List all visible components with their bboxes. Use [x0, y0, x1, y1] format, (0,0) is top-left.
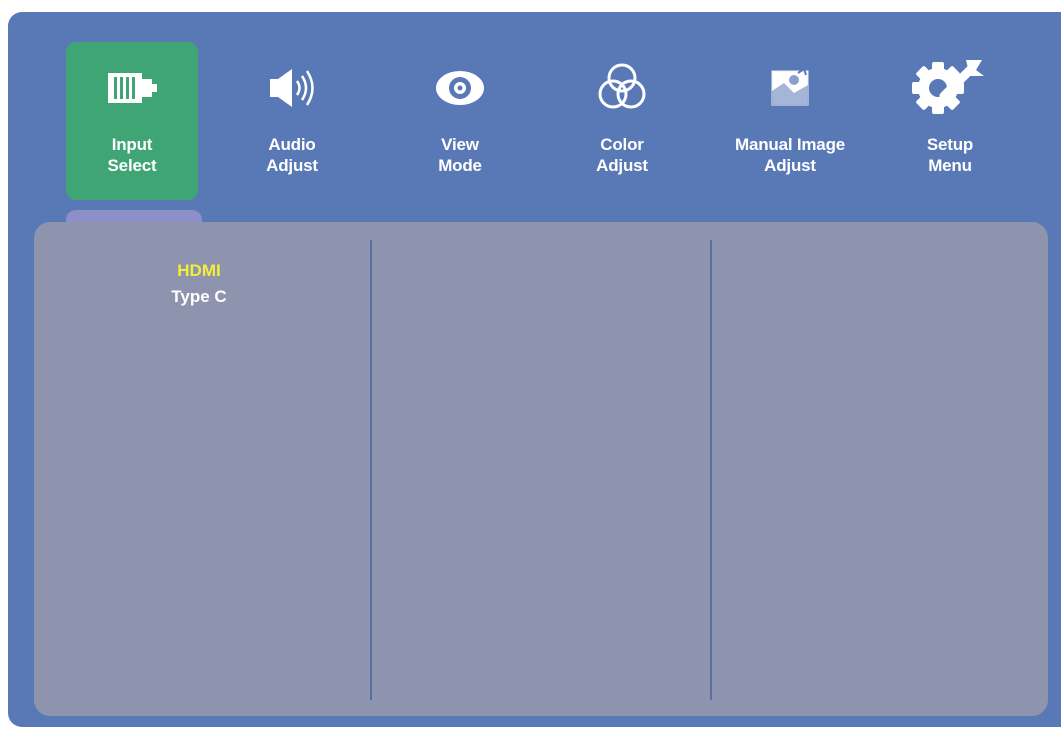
tab-label: Manual Image Adjust: [734, 135, 846, 175]
input-connector-icon: [66, 60, 198, 116]
tab-view-mode[interactable]: View Mode: [394, 42, 526, 200]
osd-menu-frame: Input Select Audio Adjust View Mode Colo…: [8, 12, 1061, 727]
tab-color-adjust[interactable]: Color Adjust: [556, 42, 688, 200]
tab-label: View Mode: [438, 135, 482, 175]
speaker-icon: [226, 60, 358, 116]
tab-manual-image-adjust[interactable]: Manual Image Adjust: [724, 42, 856, 200]
column-divider: [370, 240, 372, 700]
tab-label: Color Adjust: [596, 135, 648, 175]
column-divider: [710, 240, 712, 700]
tab-audio-adjust[interactable]: Audio Adjust: [226, 42, 358, 200]
gear-wrench-icon: [884, 60, 1016, 116]
tab-label: Setup Menu: [926, 135, 974, 175]
tab-label: Audio Adjust: [266, 135, 318, 175]
input-options-column: HDMI Type C: [34, 258, 364, 310]
tab-bar: Input Select Audio Adjust View Mode Colo…: [8, 12, 1061, 222]
tab-label: Input Select: [107, 135, 157, 175]
eye-icon: [394, 60, 526, 116]
option-hdmi[interactable]: HDMI: [34, 258, 364, 284]
submenu-panel: HDMI Type C: [34, 222, 1048, 716]
tab-setup-menu[interactable]: Setup Menu: [884, 42, 1016, 200]
image-adjust-icon: [724, 60, 856, 116]
option-type-c[interactable]: Type C: [34, 284, 364, 310]
tab-input-select[interactable]: Input Select: [66, 42, 198, 200]
color-circles-icon: [556, 60, 688, 116]
